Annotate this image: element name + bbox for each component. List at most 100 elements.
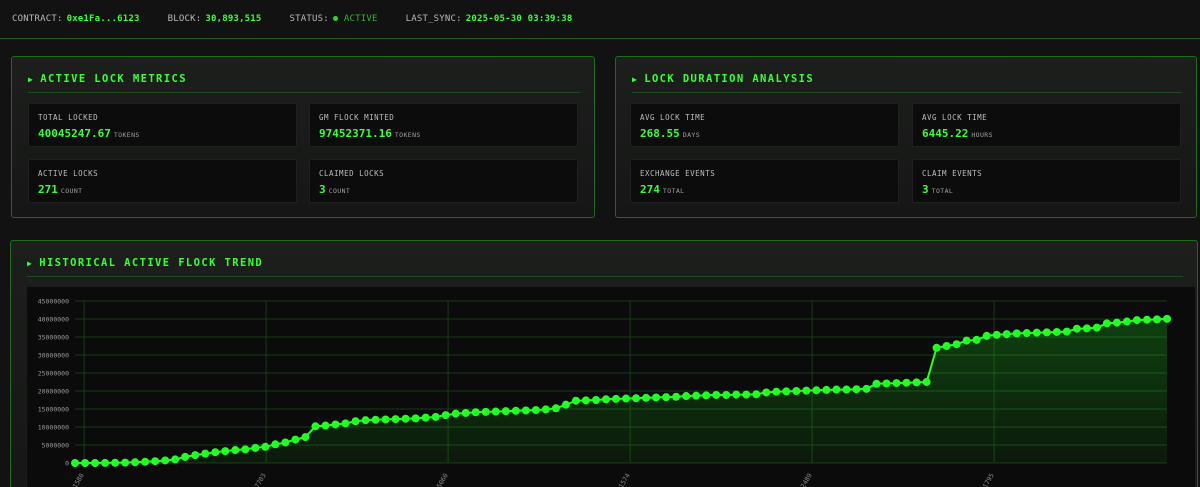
block-stat: BLOCK: 30,893,515 [168, 14, 262, 24]
y-tick-label: 5000000 [42, 442, 69, 450]
data-point [271, 440, 280, 449]
data-point [251, 443, 260, 452]
historical-trend-panel: ▶ HISTORICAL ACTIVE FLOCK TREND 0 5000000 1… [10, 240, 1198, 487]
panel-title-text: ACTIVE LOCK METRICS [40, 73, 187, 85]
data-point [1092, 323, 1101, 332]
data-point [111, 458, 120, 467]
data-point [1082, 324, 1091, 333]
data-point [872, 379, 881, 388]
data-point [1022, 329, 1031, 338]
sync-stat: LAST_SYNC: 2025-05-30 03:39:38 [406, 14, 573, 24]
x-tick-label: 1574 [617, 472, 632, 487]
data-point [682, 392, 691, 401]
data-point [241, 445, 250, 454]
data-point [201, 449, 210, 458]
data-point [942, 342, 951, 350]
metric-card-avg-lock-days: AVG LOCK TIME 268.55 DAYS [630, 103, 899, 147]
contract-stat: CONTRACT: 0xe1Fa...6123 [12, 14, 140, 24]
metric-card-claim-events: CLAIM EVENTS 3 TOTAL [912, 159, 1181, 203]
metric-unit: TOTAL [662, 187, 685, 195]
data-point [431, 412, 440, 421]
data-point [1142, 315, 1151, 324]
data-point [461, 408, 470, 417]
data-point [531, 406, 540, 415]
panel-title-text: LOCK DURATION ANALYSIS [644, 73, 815, 85]
data-point [351, 417, 360, 426]
metric-number: 3 [922, 183, 929, 196]
data-point [732, 390, 741, 399]
data-point [301, 433, 310, 442]
metric-unit: TOKENS [394, 131, 421, 139]
metric-number: 271 [38, 183, 58, 196]
data-point [882, 379, 891, 388]
metric-card-total-locked: TOTAL LOCKED 40045247.67 TOKENS [28, 103, 297, 147]
status-stat: STATUS: ACTIVE [290, 14, 378, 24]
metric-label: ACTIVE LOCKS [38, 169, 99, 178]
data-point [401, 414, 410, 423]
contract-label: CONTRACT: [12, 14, 63, 24]
triangle-right-icon: ▶ [632, 75, 639, 84]
metric-label: TOTAL LOCKED [38, 113, 99, 122]
y-tick-label: 35000000 [38, 334, 69, 342]
data-point [982, 331, 991, 340]
data-point [812, 386, 821, 395]
metric-unit: DAYS [682, 131, 701, 139]
data-point [561, 400, 570, 409]
data-point [261, 442, 270, 451]
data-point [321, 421, 330, 430]
trend-chart[interactable]: 0 5000000 10000000 15000000 20000000 25000000… [26, 286, 1196, 487]
y-tick-label: 20000000 [38, 388, 69, 396]
data-point [632, 394, 641, 403]
data-point [581, 396, 590, 405]
metric-number: 274 [640, 183, 660, 196]
data-point [672, 392, 681, 401]
data-point [551, 404, 560, 413]
x-tick-label: 5060 [435, 472, 450, 487]
metric-card-claimed-locks: CLAIMED LOCKS 3 COUNT [309, 159, 578, 203]
y-tick-label: 25000000 [38, 370, 69, 378]
metric-card-gm-flock-minted: GM FLOCK MINTED 97452371.16 TOKENS [309, 103, 578, 147]
y-tick-label: 40000000 [38, 316, 69, 324]
data-point [762, 388, 771, 397]
data-point [231, 446, 240, 455]
sync-label: LAST_SYNC: [405, 14, 462, 24]
data-point [511, 406, 520, 415]
data-point [952, 340, 961, 349]
data-point [181, 452, 190, 461]
data-point [151, 457, 160, 466]
panel-title: ▶ LOCK DURATION ANALYSIS [632, 73, 1182, 93]
data-point [1012, 329, 1021, 338]
data-point [91, 459, 100, 467]
data-point [722, 390, 731, 399]
data-point [441, 411, 450, 420]
triangle-right-icon: ▶ [28, 75, 35, 84]
status-dot-icon [332, 15, 338, 21]
data-point [611, 394, 620, 403]
data-point [1112, 318, 1121, 327]
data-point [71, 459, 79, 467]
data-point [331, 420, 340, 429]
metric-card-exchange-events: EXCHANGE EVENTS 274 TOTAL [630, 159, 899, 203]
data-point [481, 407, 490, 416]
y-tick-label: 10000000 [38, 424, 69, 432]
data-point [471, 408, 480, 417]
block-label: BLOCK: [167, 14, 202, 24]
x-tick-label: 2489 [799, 472, 814, 487]
active-lock-metrics-panel: ▶ ACTIVE LOCK METRICS TOTAL LOCKED 400452… [11, 56, 595, 218]
metric-label: CLAIM EVENTS [922, 169, 983, 178]
data-point [1042, 328, 1051, 337]
data-point [291, 435, 300, 444]
data-point [311, 422, 320, 431]
data-point [972, 335, 981, 344]
data-point [1032, 328, 1041, 337]
status-label: STATUS: [289, 14, 329, 24]
metric-card-avg-lock-hours: AVG LOCK TIME 6445.22 HOURS [912, 103, 1181, 147]
panel-title: ▶ HISTORICAL ACTIVE FLOCK TREND [27, 257, 1183, 277]
data-point [902, 378, 911, 387]
metric-number: 97452371.16 [319, 127, 392, 140]
data-point [211, 448, 220, 457]
metric-label: GM FLOCK MINTED [319, 113, 395, 122]
data-point [642, 393, 651, 402]
contract-value[interactable]: 0xe1Fa...6123 [67, 14, 140, 24]
metric-number: 6445.22 [922, 127, 969, 140]
